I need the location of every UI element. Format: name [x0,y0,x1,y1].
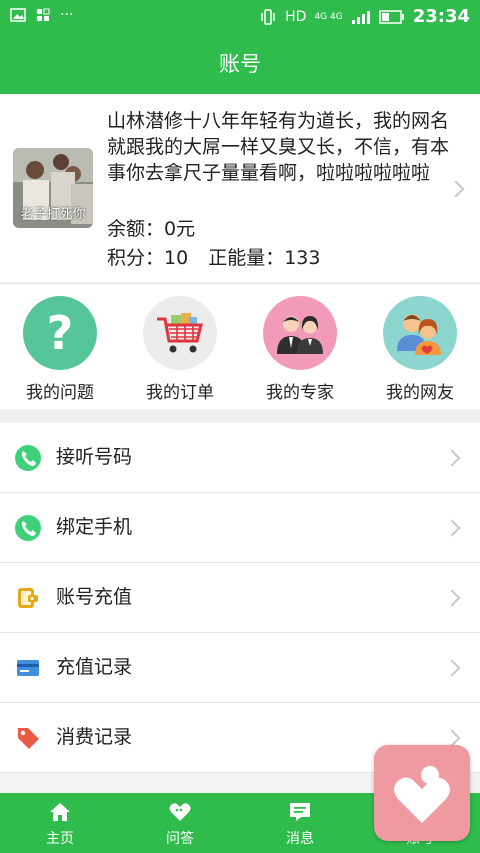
quick-link-my-friends[interactable]: 我的网友 [360,296,480,406]
points-row: 积分：10 正能量：133 [107,243,320,270]
menu-item-bind-phone[interactable]: 绑定手机 [0,493,480,563]
vibrate-icon [261,8,275,25]
tab-label: 问答 [166,831,194,847]
heart-chat-icon [169,803,191,821]
quick-links: ? 我的问题 我的订单 我的专家 我的网友 [0,283,480,409]
quick-link-label: 我的网友 [386,383,454,403]
balance: 余额：0元 [107,218,196,240]
chevron-right-icon [443,659,461,677]
friends-icon [383,296,457,370]
image-icon [10,8,26,22]
tab-home[interactable]: 主页 [0,793,120,853]
clock: 23:34 [412,6,470,27]
quick-link-my-orders[interactable]: 我的订单 [120,296,240,406]
menu-item-label: 接听号码 [56,446,133,468]
phone-icon [15,445,41,471]
tag-icon [15,725,41,751]
message-icon [290,803,310,821]
menu-item-label: 账号充值 [56,586,133,608]
menu-item-recharge-history[interactable]: 充值记录 [0,633,480,703]
chevron-right-icon [443,729,461,747]
page-title: 账号 [219,52,261,76]
avatar[interactable]: 老子打死你 [13,148,93,228]
floating-heart-button[interactable] [374,745,470,841]
menu-item-label: 充值记录 [56,656,133,678]
energy: 正能量：133 [208,247,321,269]
menu-item-label: 消费记录 [56,726,133,748]
cart-icon [143,296,217,370]
wallet-icon [15,585,41,611]
tab-messages[interactable]: 消息 [240,793,360,853]
menu-item-answer-number[interactable]: 接听号码 [0,423,480,493]
signal-icon [351,10,370,24]
menu-item-recharge[interactable]: 账号充值 [0,563,480,633]
home-icon [50,803,70,821]
signal-label: 4G 4G [314,11,343,22]
points: 积分：10 [107,247,189,269]
status-bar: ··· HD 4G 4G 23:34 [0,0,480,34]
more-notifications-icon: ··· [60,7,74,23]
quick-link-label: 我的订单 [146,383,214,403]
settings-menu: 接听号码 绑定手机 账号充值 充值记录 消费记录 [0,423,480,773]
chevron-right-icon [443,519,461,537]
tab-label: 主页 [46,831,74,847]
expert-icon [263,296,337,370]
user-nickname: 山林潜修十八年年轻有为道长，我的网名就跟我的大屌一样又臭又长，不信，有本事你去拿… [107,110,450,184]
card-icon [15,655,41,681]
quick-link-label: 我的问题 [26,383,94,403]
tab-qa[interactable]: 问答 [120,793,240,853]
phone-icon [15,515,41,541]
network-type: HD [285,8,307,25]
question-icon: ? [23,296,97,370]
chevron-right-icon [443,589,461,607]
apps-icon [37,8,50,21]
quick-link-my-questions[interactable]: ? 我的问题 [0,296,120,406]
quick-link-my-experts[interactable]: 我的专家 [240,296,360,406]
tab-label: 消息 [286,831,314,847]
chevron-right-icon [443,449,461,467]
menu-item-label: 绑定手机 [56,516,133,538]
heart-person-icon [394,766,450,823]
quick-link-label: 我的专家 [266,383,334,403]
battery-icon [378,9,404,24]
app-bar: 账号 [0,34,480,94]
avatar-caption: 老子打死你 [20,207,86,222]
